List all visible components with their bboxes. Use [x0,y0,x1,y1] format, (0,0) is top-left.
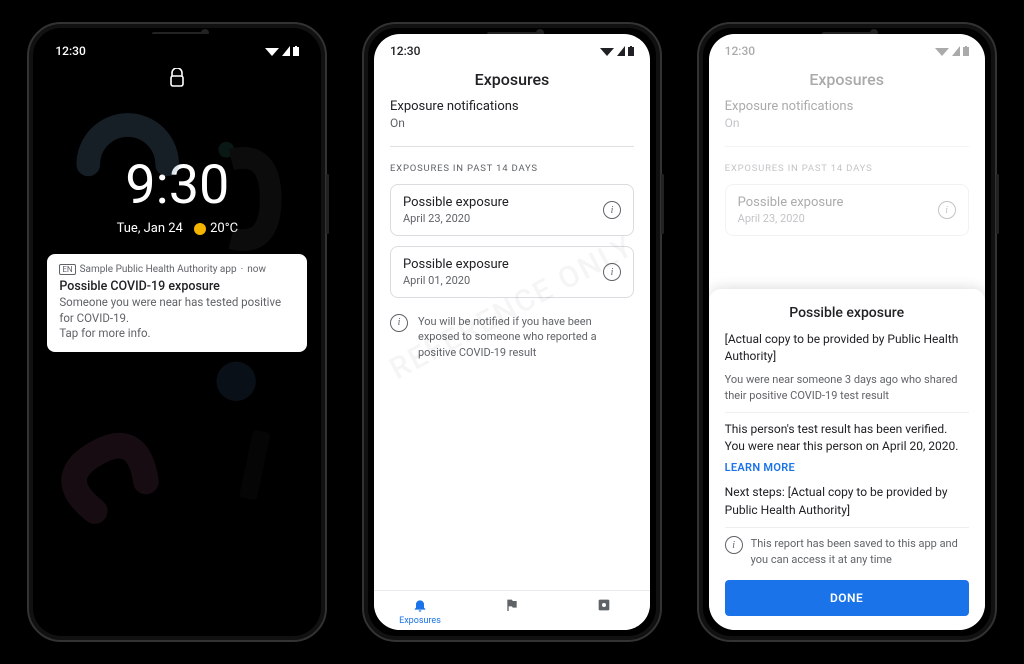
exposure-notif-state: On [725,116,969,130]
info-icon: i [390,314,408,332]
exposure-card-date: April 23, 2020 [403,212,509,225]
exposure-card[interactable]: Possible exposure April 23, 2020 i [725,184,969,236]
section-header: EXPOSURES IN PAST 14 DAYS [725,163,969,174]
notification-card[interactable]: EN Sample Public Health Authority app · … [47,254,307,352]
bottom-sheet: Possible exposure [Actual copy to be pro… [709,289,985,630]
notification-app-name: Sample Public Health Authority app [80,264,237,275]
footnote: i You will be notified if you have been … [390,308,634,360]
signal-icon [952,46,960,56]
notification-meta: EN Sample Public Health Authority app · … [59,264,295,275]
sheet-saved-text: This report has been saved to this app a… [751,536,969,568]
wifi-icon [935,46,949,56]
status-bar: 12:30 [374,34,650,62]
exposure-notif-label[interactable]: Exposure notifications [390,99,634,114]
section-header: EXPOSURES IN PAST 14 DAYS [390,163,634,174]
nav-label: Exposures [374,616,465,626]
done-button[interactable]: DONE [725,580,969,616]
exposure-card-title: Possible exposure [403,257,509,272]
bottom-nav: Exposures [374,590,650,630]
sheet-copy-placeholder: [Actual copy to be provided by Public He… [725,331,969,366]
exposures-screen-with-sheet: 12:30 Exposures Exposure notifications O… [709,34,985,630]
lockscreen: 12:30 9:30 Tue, Jan 24 20°C EN Sample Pu… [39,34,315,630]
info-icon: i [725,536,743,554]
notification-time: now [247,264,266,275]
nav-exposures[interactable]: Exposures [374,597,465,626]
notification-body: Someone you were near has tested positiv… [59,295,295,342]
info-icon[interactable]: i [603,263,621,281]
bell-icon [374,597,465,616]
flag-icon [466,597,557,616]
exposure-card-date: April 23, 2020 [738,212,844,225]
page-title: Exposures [709,62,985,99]
battery-icon [963,46,969,56]
exposure-notif-label: Exposure notifications [725,99,969,114]
nav-report[interactable] [466,597,557,626]
notification-app-icon: EN [59,264,75,275]
sheet-body1: You were near someone 3 days ago who sha… [725,372,969,404]
sheet-title: Possible exposure [725,305,969,321]
status-icons [600,44,634,58]
status-time: 12:30 [390,44,420,58]
phone-lockscreen: 12:30 9:30 Tue, Jan 24 20°C EN Sample Pu… [27,22,327,642]
status-icons [935,44,969,58]
wifi-icon [600,46,614,56]
settings-icon [558,597,649,616]
exposure-card[interactable]: Possible exposure April 01, 2020 i [390,246,634,298]
sheet-body2: This person's test result has been verif… [725,421,969,456]
nav-settings[interactable] [558,597,649,626]
exposures-screen: 12:30 Exposures Exposure notifications O… [374,34,650,630]
footnote-text: You will be notified if you have been ex… [418,314,634,360]
battery-icon [628,46,634,56]
exposure-card-title: Possible exposure [403,195,509,210]
sheet-next-steps: Next steps: [Actual copy to be provided … [725,484,969,519]
info-icon[interactable]: i [603,201,621,219]
status-time: 12:30 [725,44,755,58]
sheet-saved-row: i This report has been saved to this app… [725,536,969,568]
exposure-card-title: Possible exposure [738,195,844,210]
exposure-card[interactable]: Possible exposure April 23, 2020 i [390,184,634,236]
status-bar: 12:30 [709,34,985,62]
info-icon[interactable]: i [938,201,956,219]
signal-icon [617,46,625,56]
phone-exposures-list: 12:30 Exposures Exposure notifications O… [362,22,662,642]
exposure-notif-state: On [390,116,634,130]
learn-more-link[interactable]: LEARN MORE [725,461,969,474]
page-title: Exposures [374,62,650,99]
notification-title: Possible COVID-19 exposure [59,279,295,294]
exposure-card-date: April 01, 2020 [403,274,509,287]
phone-exposure-sheet: 12:30 Exposures Exposure notifications O… [697,22,997,642]
